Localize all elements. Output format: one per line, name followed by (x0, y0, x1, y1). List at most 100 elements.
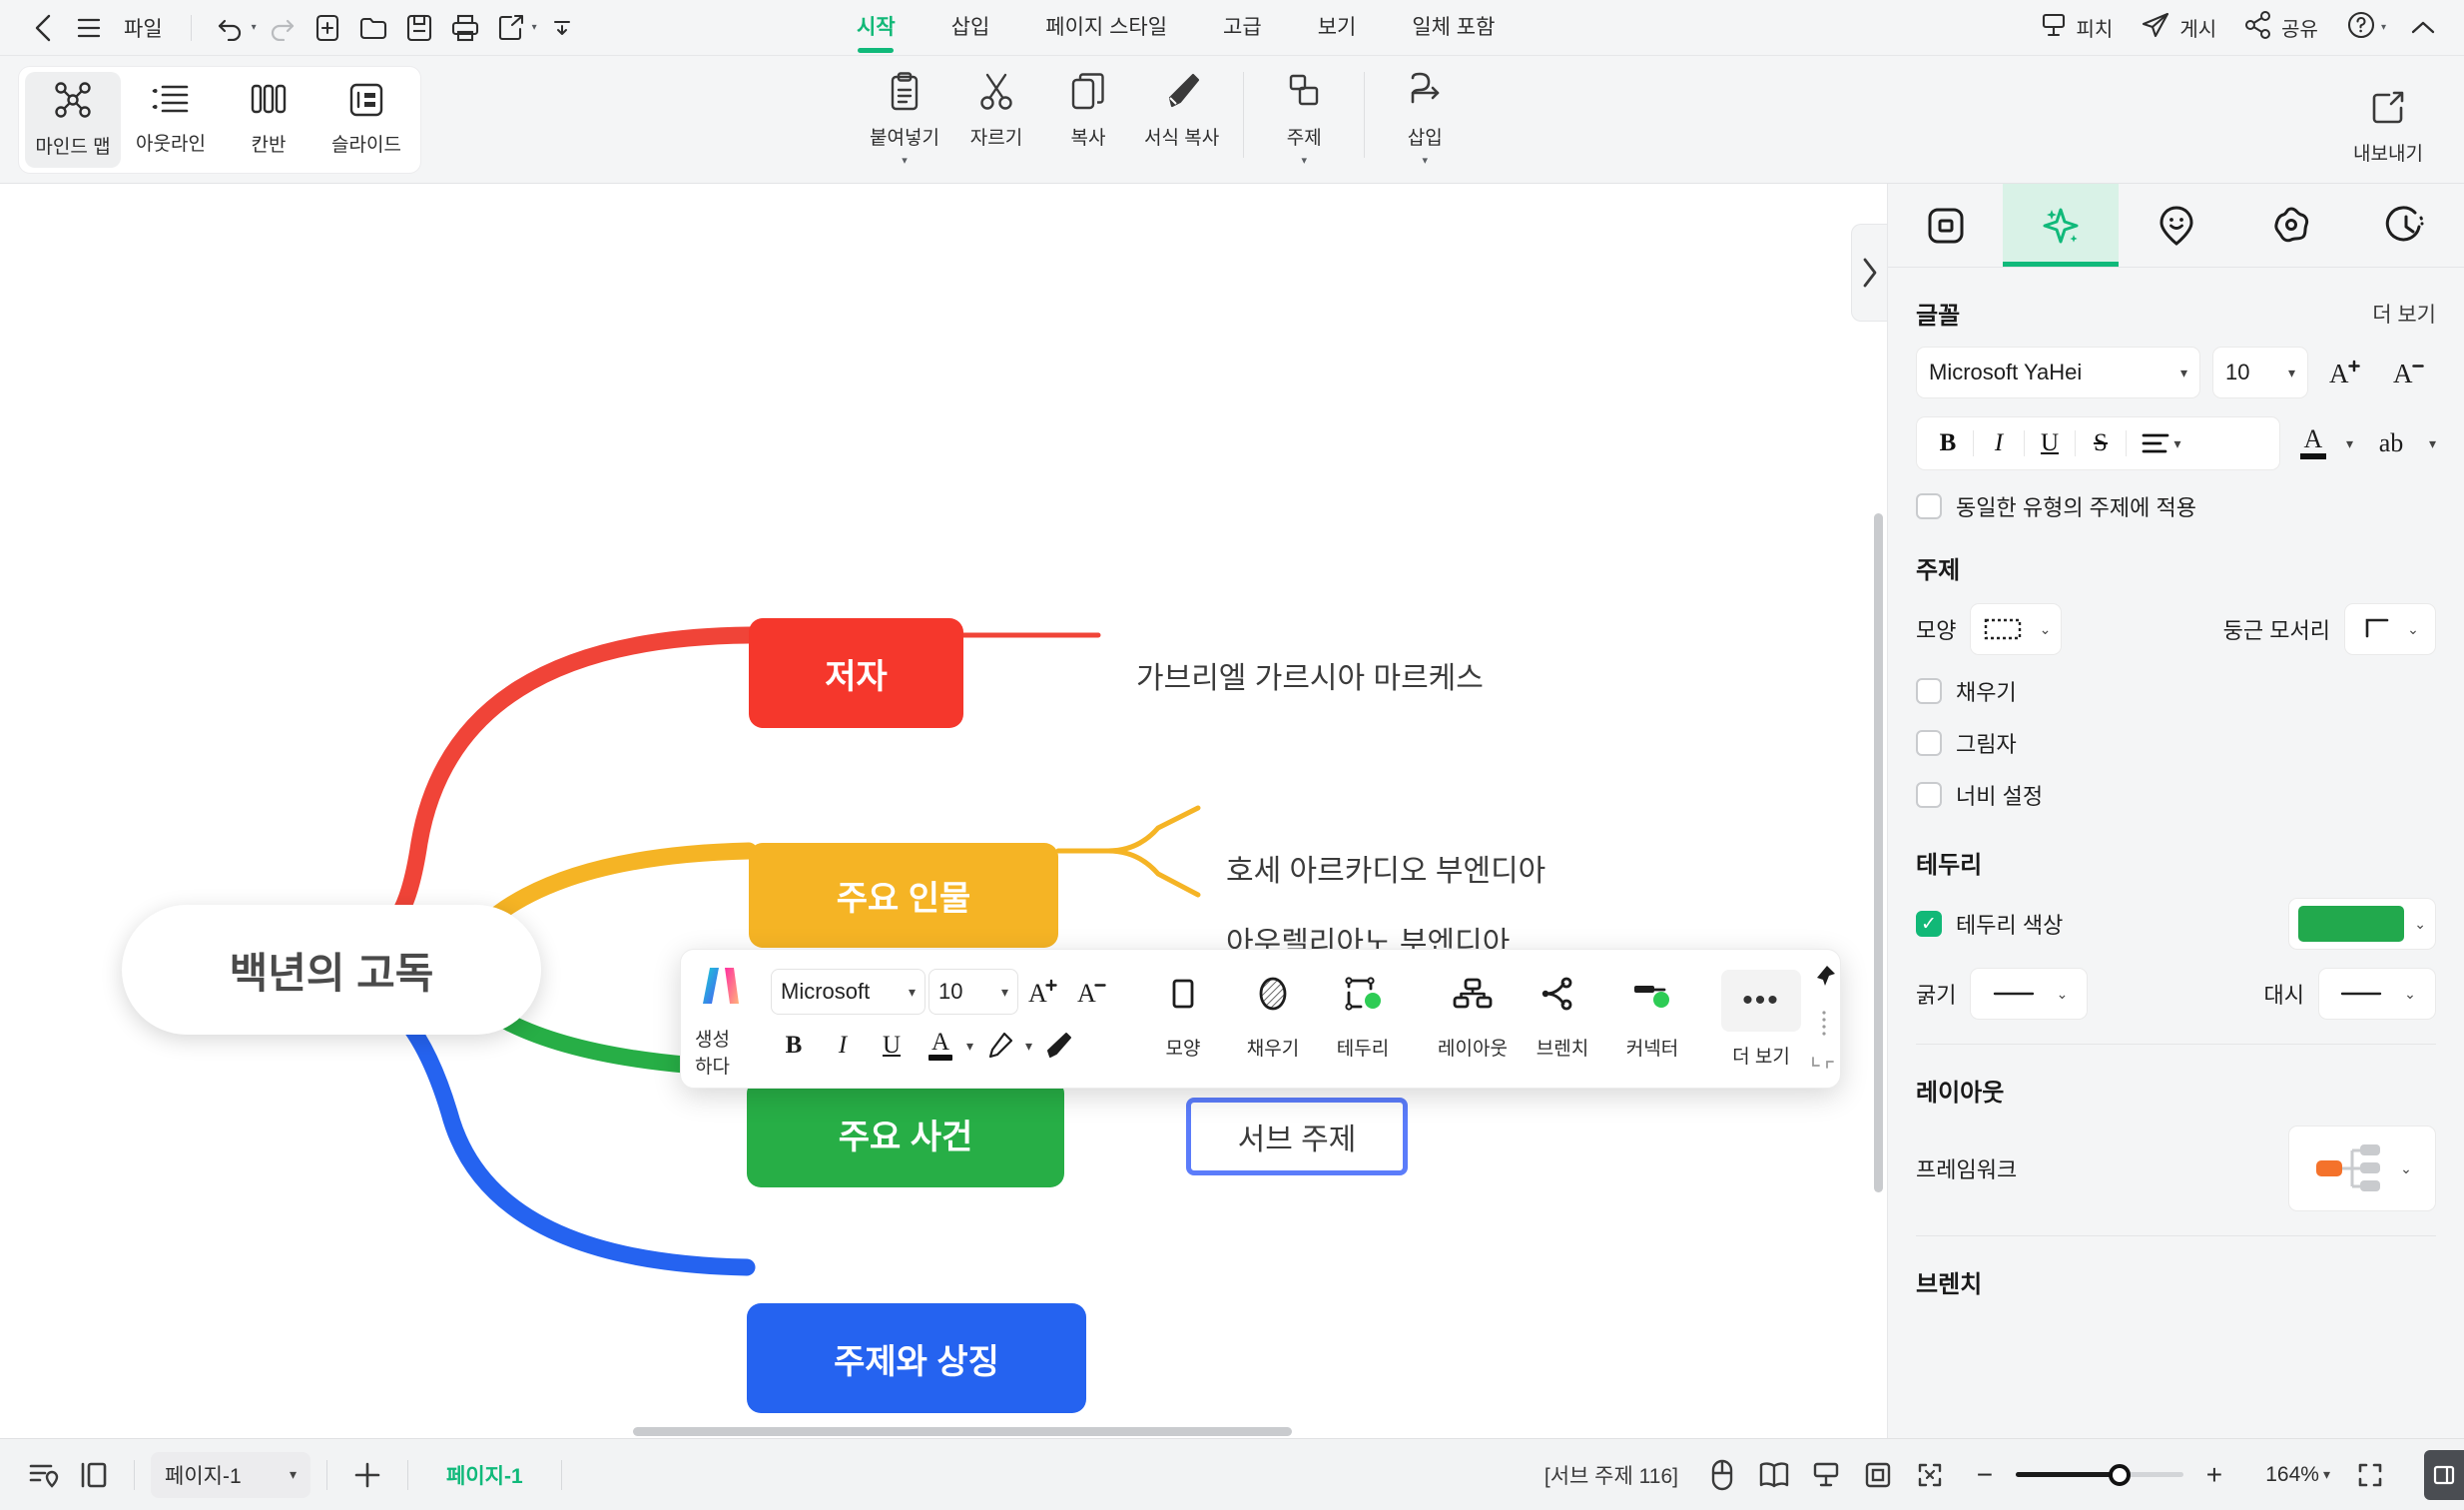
tab-all-inclusive[interactable]: 일체 포함 (1384, 0, 1523, 56)
map-book-icon[interactable] (1750, 1451, 1798, 1499)
new-file-icon[interactable] (307, 7, 348, 49)
border-weight-select[interactable]: ⌄ (1970, 968, 2089, 1020)
view-outline-button[interactable]: 아웃라인 (123, 72, 219, 168)
topic-shadow-checkbox[interactable] (1916, 730, 1942, 756)
canvas-vertical-scrollbar[interactable] (1874, 513, 1883, 1192)
topic-corner-select[interactable]: ⌄ (2344, 603, 2436, 655)
file-menu-button[interactable]: 파일 (114, 13, 173, 43)
topic-shape-select[interactable]: ⌄ (1970, 603, 2063, 655)
split-pane-icon[interactable] (70, 1451, 118, 1499)
zoom-caret-icon[interactable]: ▾ (2323, 1466, 2330, 1483)
fullscreen-icon[interactable] (2346, 1451, 2394, 1499)
canvas-horizontal-scrollbar[interactable] (0, 1427, 1887, 1439)
panel-tab-style[interactable] (2003, 184, 2120, 267)
format-painter-button[interactable]: 서식 복사 (1134, 66, 1229, 156)
topic-width-checkbox[interactable] (1916, 782, 1942, 808)
help-caret-icon[interactable]: ▾ (2381, 22, 2386, 33)
mindmap-selected-node[interactable]: 서브 주제 (1186, 1098, 1408, 1175)
tab-home[interactable]: 시작 (829, 0, 924, 56)
back-icon[interactable] (22, 7, 64, 49)
outline-pin-icon[interactable] (20, 1451, 68, 1499)
underline-button[interactable]: U (869, 1023, 915, 1069)
panel-font-color-button[interactable]: A (2292, 417, 2334, 469)
share-export-icon[interactable] (490, 7, 532, 49)
undo-caret-icon[interactable]: ▾ (252, 22, 257, 33)
copy-button[interactable]: 복사 (1042, 66, 1134, 156)
panel-align-button[interactable]: ▾ (2127, 421, 2196, 465)
fit-selection-icon[interactable] (1854, 1451, 1902, 1499)
panel-tab-history[interactable] (2349, 184, 2464, 267)
branch-button[interactable]: 브렌치 (1520, 971, 1605, 1067)
layout-button[interactable]: 레이아웃 (1430, 971, 1516, 1067)
panel-strikethrough-button[interactable]: S (2076, 421, 2126, 465)
mindmap-branch-node-author[interactable]: 저자 (749, 618, 963, 728)
connector-button[interactable]: 커넥터 (1609, 971, 1695, 1067)
zoom-knob[interactable] (2109, 1463, 2132, 1486)
topic-fill-checkbox[interactable] (1916, 678, 1942, 704)
highlight-caret-icon[interactable]: ▾ (1025, 1038, 1032, 1055)
tab-advanced[interactable]: 고급 (1195, 0, 1290, 56)
panel-content[interactable]: 글꼴 더 보기 Microsoft YaHei ▾ 10 ▾ A A B I U… (1888, 268, 2464, 1438)
fill-button[interactable]: 채우기 (1230, 971, 1316, 1067)
export-button[interactable]: 내보내기 (2342, 84, 2434, 172)
share-button[interactable]: 공유 (2232, 4, 2330, 52)
mindmap-branch-node-characters[interactable]: 주요 인물 (749, 843, 1058, 948)
zoom-out-button[interactable]: − (1968, 1458, 2002, 1492)
highlight-caret-icon[interactable]: ▾ (2429, 435, 2436, 452)
hamburger-icon[interactable] (68, 7, 110, 49)
panel-tab-page[interactable] (1888, 184, 2003, 267)
border-button[interactable]: 테두리 (1320, 971, 1406, 1067)
font-family-select[interactable]: Microsoft ▾ (771, 969, 925, 1015)
shape-button[interactable]: 모양 (1140, 971, 1226, 1067)
save-icon[interactable] (398, 7, 440, 49)
panel-tab-theme[interactable] (2233, 184, 2348, 267)
panel-decrease-font-icon[interactable]: A (2384, 347, 2436, 398)
panel-toggle-button[interactable] (2424, 1450, 2464, 1500)
topic-caret-icon[interactable]: ▾ (1301, 155, 1307, 166)
topic-button[interactable]: 주제 ▾ (1258, 66, 1350, 170)
open-folder-icon[interactable] (352, 7, 394, 49)
panel-highlight-button[interactable]: ab (2365, 417, 2417, 469)
mindmap-branch-node-events[interactable]: 주요 사건 (747, 1080, 1064, 1187)
presentation-icon[interactable] (1802, 1451, 1850, 1499)
redo-icon[interactable] (261, 7, 303, 49)
panel-underline-button[interactable]: U (2025, 421, 2075, 465)
view-slide-button[interactable]: 슬라이드 (318, 72, 414, 168)
panel-font-family-select[interactable]: Microsoft YaHei ▾ (1916, 347, 2200, 398)
export-caret-icon[interactable]: ▾ (532, 22, 537, 33)
decrease-font-icon[interactable]: A (1070, 969, 1116, 1015)
panel-italic-button[interactable]: I (1974, 421, 2024, 465)
page-select[interactable]: 페이지-1 ▾ (151, 1451, 310, 1498)
apply-same-type-checkbox-row[interactable]: 동일한 유형의 주제에 적용 (1916, 490, 2436, 522)
resize-corner-icon[interactable] (1811, 1056, 1837, 1075)
apply-same-type-checkbox[interactable] (1916, 493, 1942, 519)
font-more-link[interactable]: 더 보기 (2372, 299, 2436, 329)
mindmap-canvas[interactable]: 백년의 고독 저자 주요 인물 주요 사건 주제와 상징 가브리엘 가르시아 마… (0, 184, 1887, 1438)
panel-increase-font-icon[interactable]: A (2320, 347, 2372, 398)
paste-button[interactable]: 붙여넣기 ▾ (859, 66, 950, 170)
publish-button[interactable]: 게시 (2129, 4, 2228, 52)
bold-button[interactable]: B (771, 1023, 817, 1069)
more-options-button[interactable]: ••• 더 보기 (1719, 964, 1803, 1075)
font-size-select[interactable]: 10 ▾ (928, 969, 1018, 1015)
border-dash-select[interactable]: ⌄ (2318, 968, 2436, 1020)
panel-collapse-button[interactable] (1851, 224, 1887, 322)
mindmap-branch-node-themes[interactable]: 주제와 상징 (747, 1303, 1086, 1413)
help-button[interactable]: ▾ (2334, 3, 2398, 53)
mindmap-leaf-node-author-name[interactable]: 가브리엘 가르시아 마르케스 (1136, 653, 1484, 697)
more-quick-icon[interactable] (541, 7, 583, 49)
topic-fill-checkbox-row[interactable]: 채우기 (1916, 675, 2436, 707)
cut-button[interactable]: 자르기 (950, 66, 1042, 156)
italic-button[interactable]: I (820, 1023, 866, 1069)
topic-width-checkbox-row[interactable]: 너비 설정 (1916, 779, 2436, 811)
zoom-slider[interactable] (2015, 1463, 2183, 1486)
view-mindmap-button[interactable]: 마인드 맵 (25, 71, 121, 168)
tab-view[interactable]: 보기 (1290, 0, 1385, 56)
collapse-ribbon-icon[interactable] (2402, 7, 2444, 49)
border-color-select[interactable]: ⌄ (2288, 898, 2436, 950)
pitch-button[interactable]: 피치 (2028, 4, 2126, 52)
border-color-checkbox[interactable]: ✓ (1916, 911, 1942, 937)
mindmap-root-node[interactable]: 백년의 고독 (122, 905, 541, 1035)
panel-tab-stickers[interactable] (2119, 184, 2233, 267)
ai-generate-button[interactable]: 생성하다 (695, 960, 747, 1079)
